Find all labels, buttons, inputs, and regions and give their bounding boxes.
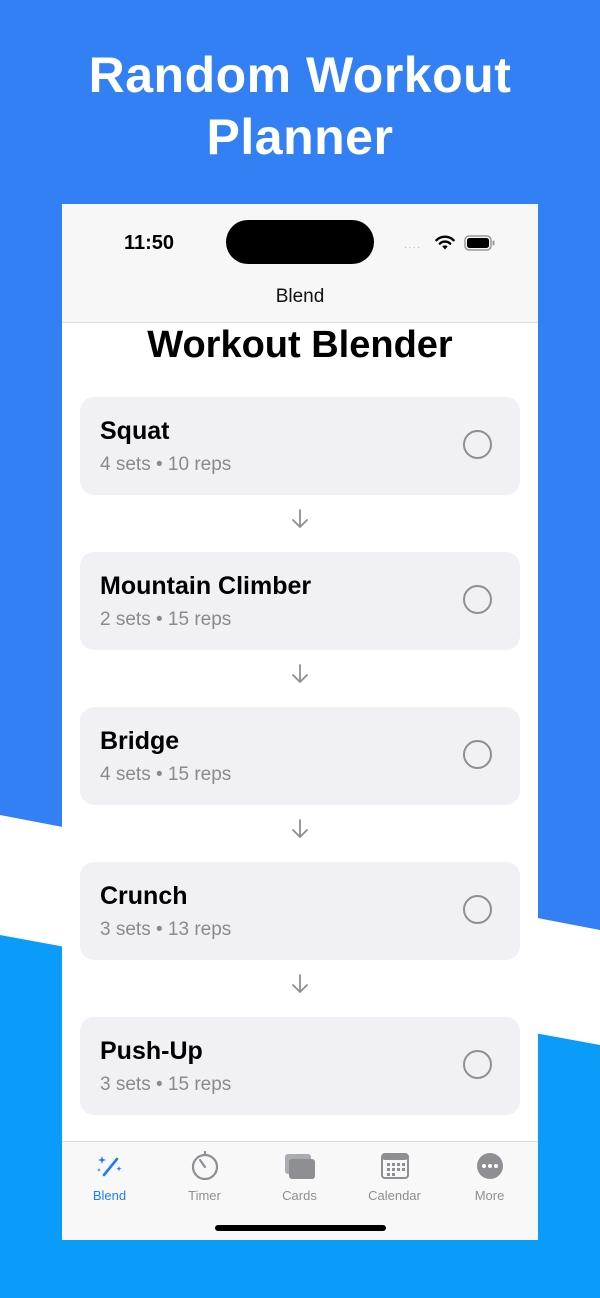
- phone-screen: 11:50 ···· Blend Workout Blender Squat 4…: [62, 204, 538, 1240]
- exercise-detail: 3 sets • 15 reps: [100, 1074, 232, 1095]
- exercise-detail: 4 sets • 10 reps: [100, 454, 232, 475]
- headline-line-2: Planner: [206, 109, 394, 165]
- exercise-detail: 4 sets • 15 reps: [100, 764, 232, 785]
- arrow-down-icon: [292, 819, 308, 838]
- dynamic-island: [226, 220, 374, 264]
- exercise-card[interactable]: Bridge 4 sets • 15 reps: [80, 707, 520, 805]
- battery-icon: [464, 235, 495, 251]
- tab-timer[interactable]: Timer: [157, 1148, 252, 1203]
- exercise-name: Bridge: [100, 727, 180, 755]
- tab-cards[interactable]: Cards: [252, 1148, 347, 1203]
- promo-headline: Random Workout Planner: [0, 44, 600, 168]
- complete-checkbox[interactable]: [463, 895, 492, 924]
- arrow-down-icon: [292, 664, 308, 683]
- complete-checkbox[interactable]: [463, 430, 492, 459]
- exercise-name: Crunch: [100, 882, 188, 910]
- exercise-detail: 2 sets • 15 reps: [100, 609, 232, 630]
- arrow-down-icon: [292, 974, 308, 993]
- exercise-card[interactable]: Mountain Climber 2 sets • 15 reps: [80, 552, 520, 650]
- wifi-icon: [435, 235, 455, 250]
- exercise-detail: 3 sets • 13 reps: [100, 919, 232, 940]
- complete-checkbox[interactable]: [463, 1050, 492, 1079]
- magic-wand-icon: [96, 1156, 122, 1177]
- tab-label: Calendar: [368, 1188, 421, 1203]
- cellular-signal-icon: ····: [404, 242, 422, 253]
- exercise-name: Mountain Climber: [100, 572, 312, 600]
- status-time: 11:50: [124, 232, 175, 254]
- tab-label: Timer: [188, 1188, 221, 1203]
- tab-bar: Blend Timer Cards Calendar More: [62, 1141, 538, 1240]
- exercise-name: Squat: [100, 417, 170, 445]
- page-title: Workout Blender: [147, 324, 453, 366]
- home-indicator: [215, 1225, 386, 1231]
- exercise-card[interactable]: Push-Up 3 sets • 15 reps: [80, 1017, 520, 1115]
- tab-label: Cards: [282, 1188, 317, 1203]
- exercise-card[interactable]: Squat 4 sets • 10 reps: [80, 397, 520, 495]
- tab-label: Blend: [92, 1188, 127, 1203]
- tab-label: More: [474, 1188, 505, 1203]
- complete-checkbox[interactable]: [463, 585, 492, 614]
- arrow-down-icon: [292, 509, 308, 528]
- tab-blend[interactable]: Blend: [62, 1148, 157, 1203]
- tab-calendar[interactable]: Calendar: [347, 1148, 442, 1203]
- timer-icon: [191, 1150, 218, 1181]
- complete-checkbox[interactable]: [463, 740, 492, 769]
- exercise-name: Push-Up: [100, 1037, 203, 1065]
- tab-more[interactable]: More: [442, 1148, 537, 1203]
- headline-line-1: Random Workout: [88, 47, 512, 103]
- cards-icon: [284, 1154, 315, 1179]
- status-bar: 11:50 ···· Blend: [62, 204, 538, 323]
- calendar-icon: [380, 1153, 409, 1179]
- exercise-card[interactable]: Crunch 3 sets • 13 reps: [80, 862, 520, 960]
- more-icon: [476, 1153, 503, 1179]
- nav-title: Blend: [275, 286, 325, 307]
